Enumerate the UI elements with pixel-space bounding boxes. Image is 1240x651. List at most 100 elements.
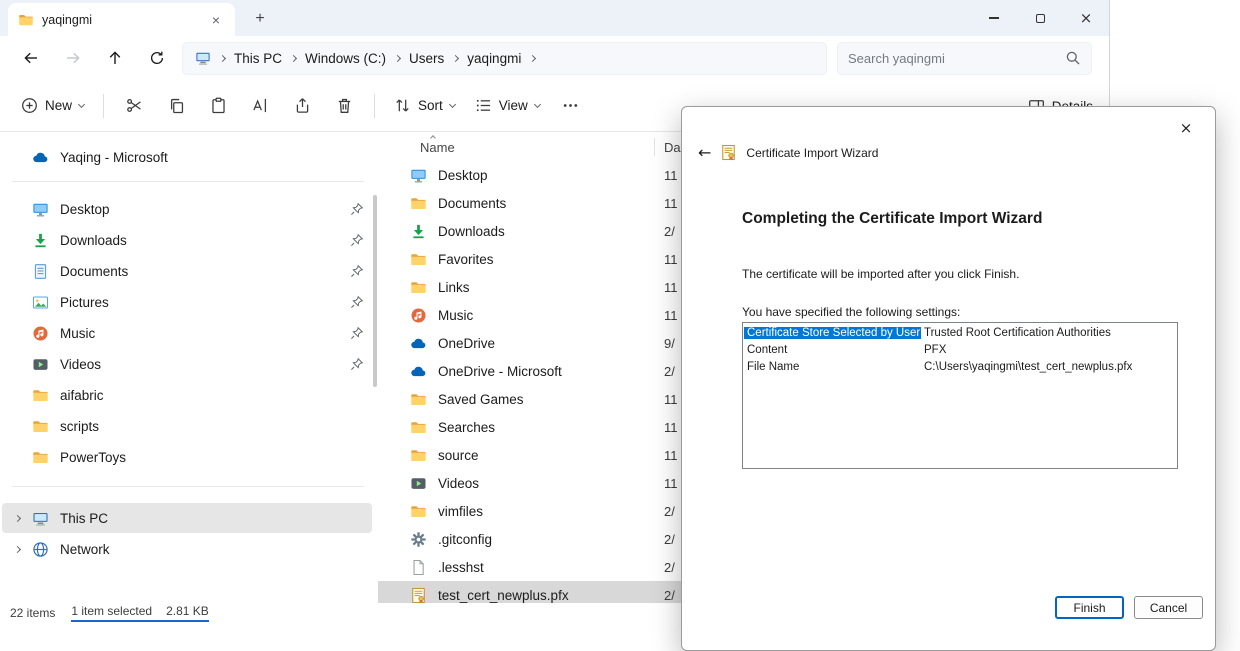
file-name: Music (438, 308, 473, 323)
sidebar-item-label: scripts (60, 419, 99, 434)
column-header-date[interactable]: Da (664, 140, 681, 155)
breadcrumb-item[interactable]: Windows (C:) (305, 51, 386, 66)
file-date: 11 (664, 392, 678, 407)
settings-row[interactable]: File NameC:\Users\yaqingmi\test_cert_new… (744, 358, 1176, 375)
sidebar-item-onedrive[interactable]: Yaqing - Microsoft (2, 142, 372, 172)
rename-button[interactable] (240, 88, 280, 124)
file-name: OneDrive - Microsoft (438, 364, 562, 379)
file-name: Desktop (438, 168, 488, 183)
wizard-heading: Completing the Certificate Import Wizard (742, 210, 1042, 228)
cancel-button[interactable]: Cancel (1134, 596, 1203, 619)
sidebar-item[interactable]: Downloads (2, 225, 372, 255)
pictures-icon (32, 294, 49, 311)
setting-key: Certificate Store Selected by User (744, 327, 921, 339)
settings-row[interactable]: Certificate Store Selected by UserTruste… (744, 324, 1176, 341)
folder-icon (410, 251, 427, 268)
network-icon (32, 541, 49, 558)
sidebar-item-label: Desktop (60, 202, 110, 217)
file-name: Saved Games (438, 392, 524, 407)
folder-icon (32, 387, 49, 404)
folder-icon (410, 391, 427, 408)
column-header-name[interactable]: Name (420, 140, 455, 155)
chevron-right-icon[interactable] (14, 514, 21, 521)
selected-size: 2.81 KB (166, 604, 209, 618)
chevron-right-icon[interactable] (14, 545, 21, 552)
sidebar-scrollbar[interactable] (373, 195, 377, 387)
file-name: Videos (438, 476, 479, 491)
breadcrumb-item[interactable]: yaqingmi (467, 51, 521, 66)
sidebar-item[interactable]: Videos (2, 349, 372, 379)
file-date: 11 (664, 476, 678, 491)
file-date: 2/ (664, 560, 675, 575)
setting-key: Content (744, 344, 921, 356)
up-button[interactable] (94, 41, 136, 75)
sidebar-item[interactable]: scripts (2, 411, 372, 441)
this-pc-icon (195, 50, 211, 66)
search-icon (1065, 50, 1081, 66)
share-button[interactable] (282, 88, 322, 124)
address-bar[interactable]: This PC Windows (C:) Users yaqingmi (182, 42, 827, 75)
back-icon (23, 50, 39, 66)
settings-row[interactable]: ContentPFX (744, 341, 1176, 358)
pc-icon (32, 510, 49, 527)
downloads-icon (410, 223, 427, 240)
chevron-down-icon (78, 101, 85, 108)
tab-close-icon[interactable]: × (207, 12, 225, 28)
back-button[interactable] (10, 41, 52, 75)
paste-button[interactable] (198, 88, 238, 124)
forward-button[interactable] (52, 41, 94, 75)
search-input[interactable] (848, 51, 1065, 66)
sidebar-item[interactable]: Pictures (2, 287, 372, 317)
search-box[interactable] (837, 42, 1092, 75)
refresh-button[interactable] (136, 41, 178, 75)
close-button[interactable]: × (1063, 0, 1109, 36)
folder-icon (32, 418, 49, 435)
sidebar-separator (12, 181, 364, 182)
cut-button[interactable] (114, 88, 154, 124)
navigation-bar: This PC Windows (C:) Users yaqingmi (0, 36, 1109, 80)
minimize-button[interactable] (971, 0, 1017, 36)
dialog-close-button[interactable]: × (1169, 115, 1203, 141)
file-icon (410, 559, 427, 576)
maximize-button[interactable] (1017, 0, 1063, 36)
file-name: OneDrive (438, 336, 495, 351)
sidebar-item[interactable]: Network (2, 534, 372, 564)
more-options-button[interactable] (551, 88, 591, 124)
file-date: 11 (664, 280, 678, 295)
view-button[interactable]: View (466, 88, 549, 124)
folder-icon (410, 279, 427, 296)
breadcrumb-item[interactable]: This PC (234, 51, 282, 66)
sidebar-item-label: Pictures (60, 295, 109, 310)
sidebar-item[interactable]: aifabric (2, 380, 372, 410)
sidebar-item-label: Documents (60, 264, 128, 279)
sort-icon (394, 97, 411, 114)
file-date: 2/ (664, 588, 675, 603)
pin-icon (350, 357, 364, 371)
sort-button[interactable]: Sort (385, 88, 464, 124)
new-tab-button[interactable]: + (247, 7, 273, 31)
sidebar-item[interactable]: This PC (2, 503, 372, 533)
finish-button[interactable]: Finish (1055, 596, 1124, 619)
delete-button[interactable] (324, 88, 364, 124)
breadcrumb-item[interactable]: Users (409, 51, 444, 66)
sidebar-item[interactable]: PowerToys (2, 442, 372, 472)
new-button[interactable]: New (12, 88, 93, 124)
toolbar-divider (103, 94, 104, 118)
pin-icon (350, 326, 364, 340)
file-name: Searches (438, 420, 495, 435)
settings-list[interactable]: Certificate Store Selected by UserTruste… (742, 322, 1178, 469)
explorer-tab[interactable]: yaqingmi × (8, 3, 235, 36)
toolbar-divider (374, 94, 375, 118)
file-name: Documents (438, 196, 506, 211)
sidebar-item-label: Yaqing - Microsoft (60, 150, 168, 165)
sidebar: Yaqing - Microsoft Desktop Downloads Docum… (0, 133, 378, 623)
copy-button[interactable] (156, 88, 196, 124)
sidebar-item[interactable]: Documents (2, 256, 372, 286)
dialog-back-button[interactable]: ← (698, 143, 711, 162)
file-date: 9/ (664, 336, 675, 351)
videos-icon (32, 356, 49, 373)
sidebar-item[interactable]: Desktop (2, 194, 372, 224)
cert-icon (410, 587, 427, 604)
sidebar-item[interactable]: Music (2, 318, 372, 348)
sidebar-bottom-list: This PCNetwork (0, 503, 378, 564)
